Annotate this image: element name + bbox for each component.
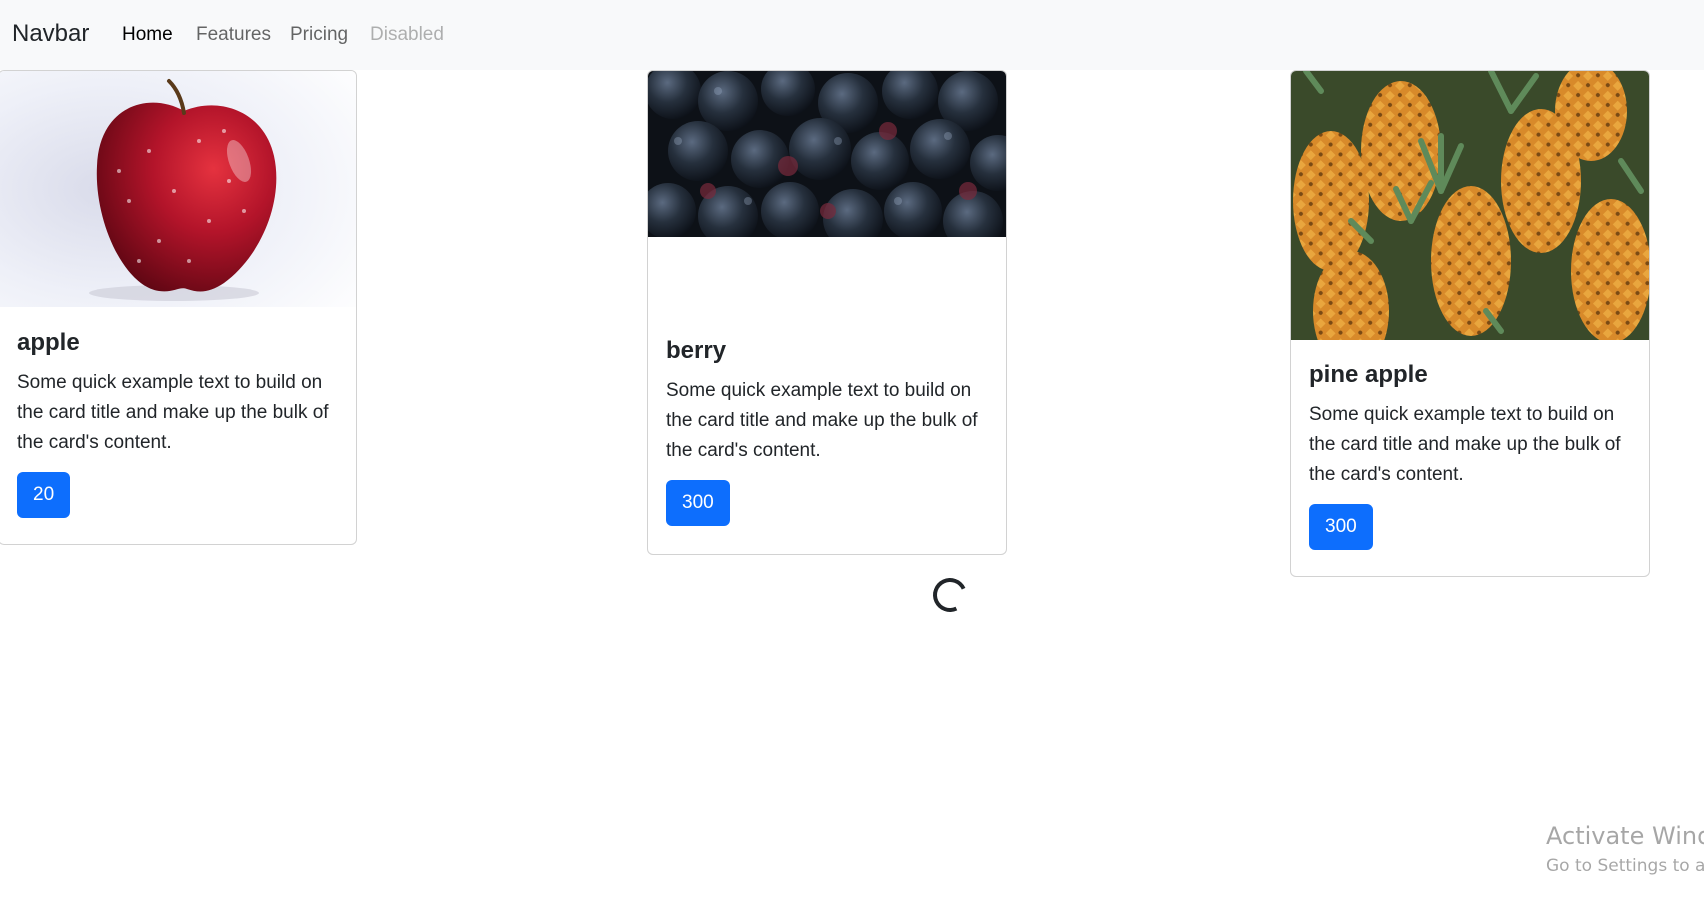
pineapple-image [1291, 71, 1649, 340]
watermark-subtitle: Go to Settings to activate Windows. [1546, 856, 1704, 876]
card-body: berry Some quick example text to build o… [666, 337, 988, 526]
nav-link-home[interactable]: Home [122, 24, 173, 46]
navbar-brand[interactable]: Navbar [12, 20, 89, 48]
card-text: Some quick example text to build on the … [17, 371, 329, 453]
card-body: apple Some quick example text to build o… [17, 329, 338, 518]
card-price-button[interactable]: 300 [1309, 503, 1373, 550]
card-price-button[interactable]: 300 [666, 479, 730, 526]
product-card-berry: berry Some quick example text to build o… [647, 70, 1007, 555]
nav-link-disabled: Disabled [370, 24, 444, 45]
card-body: pine apple Some quick example text to bu… [1309, 361, 1631, 550]
navbar: Navbar Home Features Pricing Disabled [0, 0, 1704, 70]
card-title: pine apple [1309, 361, 1428, 388]
loading-spinner-icon [928, 573, 972, 617]
nav-link-features[interactable]: Features [196, 24, 271, 46]
card-price-button[interactable]: 20 [17, 471, 71, 518]
nav-link-pricing[interactable]: Pricing [290, 24, 348, 46]
card-text: Some quick example text to build on the … [666, 379, 978, 461]
product-card-apple: apple Some quick example text to build o… [0, 70, 357, 545]
card-title: berry [666, 337, 727, 364]
card-text: Some quick example text to build on the … [1309, 403, 1621, 485]
berry-image [648, 71, 1006, 237]
product-card-pineapple: pine apple Some quick example text to bu… [1290, 70, 1650, 577]
activate-windows-watermark: Activate Windows Go to Settings to activ… [1546, 822, 1704, 876]
card-title: apple [17, 329, 80, 356]
watermark-title: Activate Windows [1546, 822, 1704, 850]
apple-image [0, 71, 356, 307]
